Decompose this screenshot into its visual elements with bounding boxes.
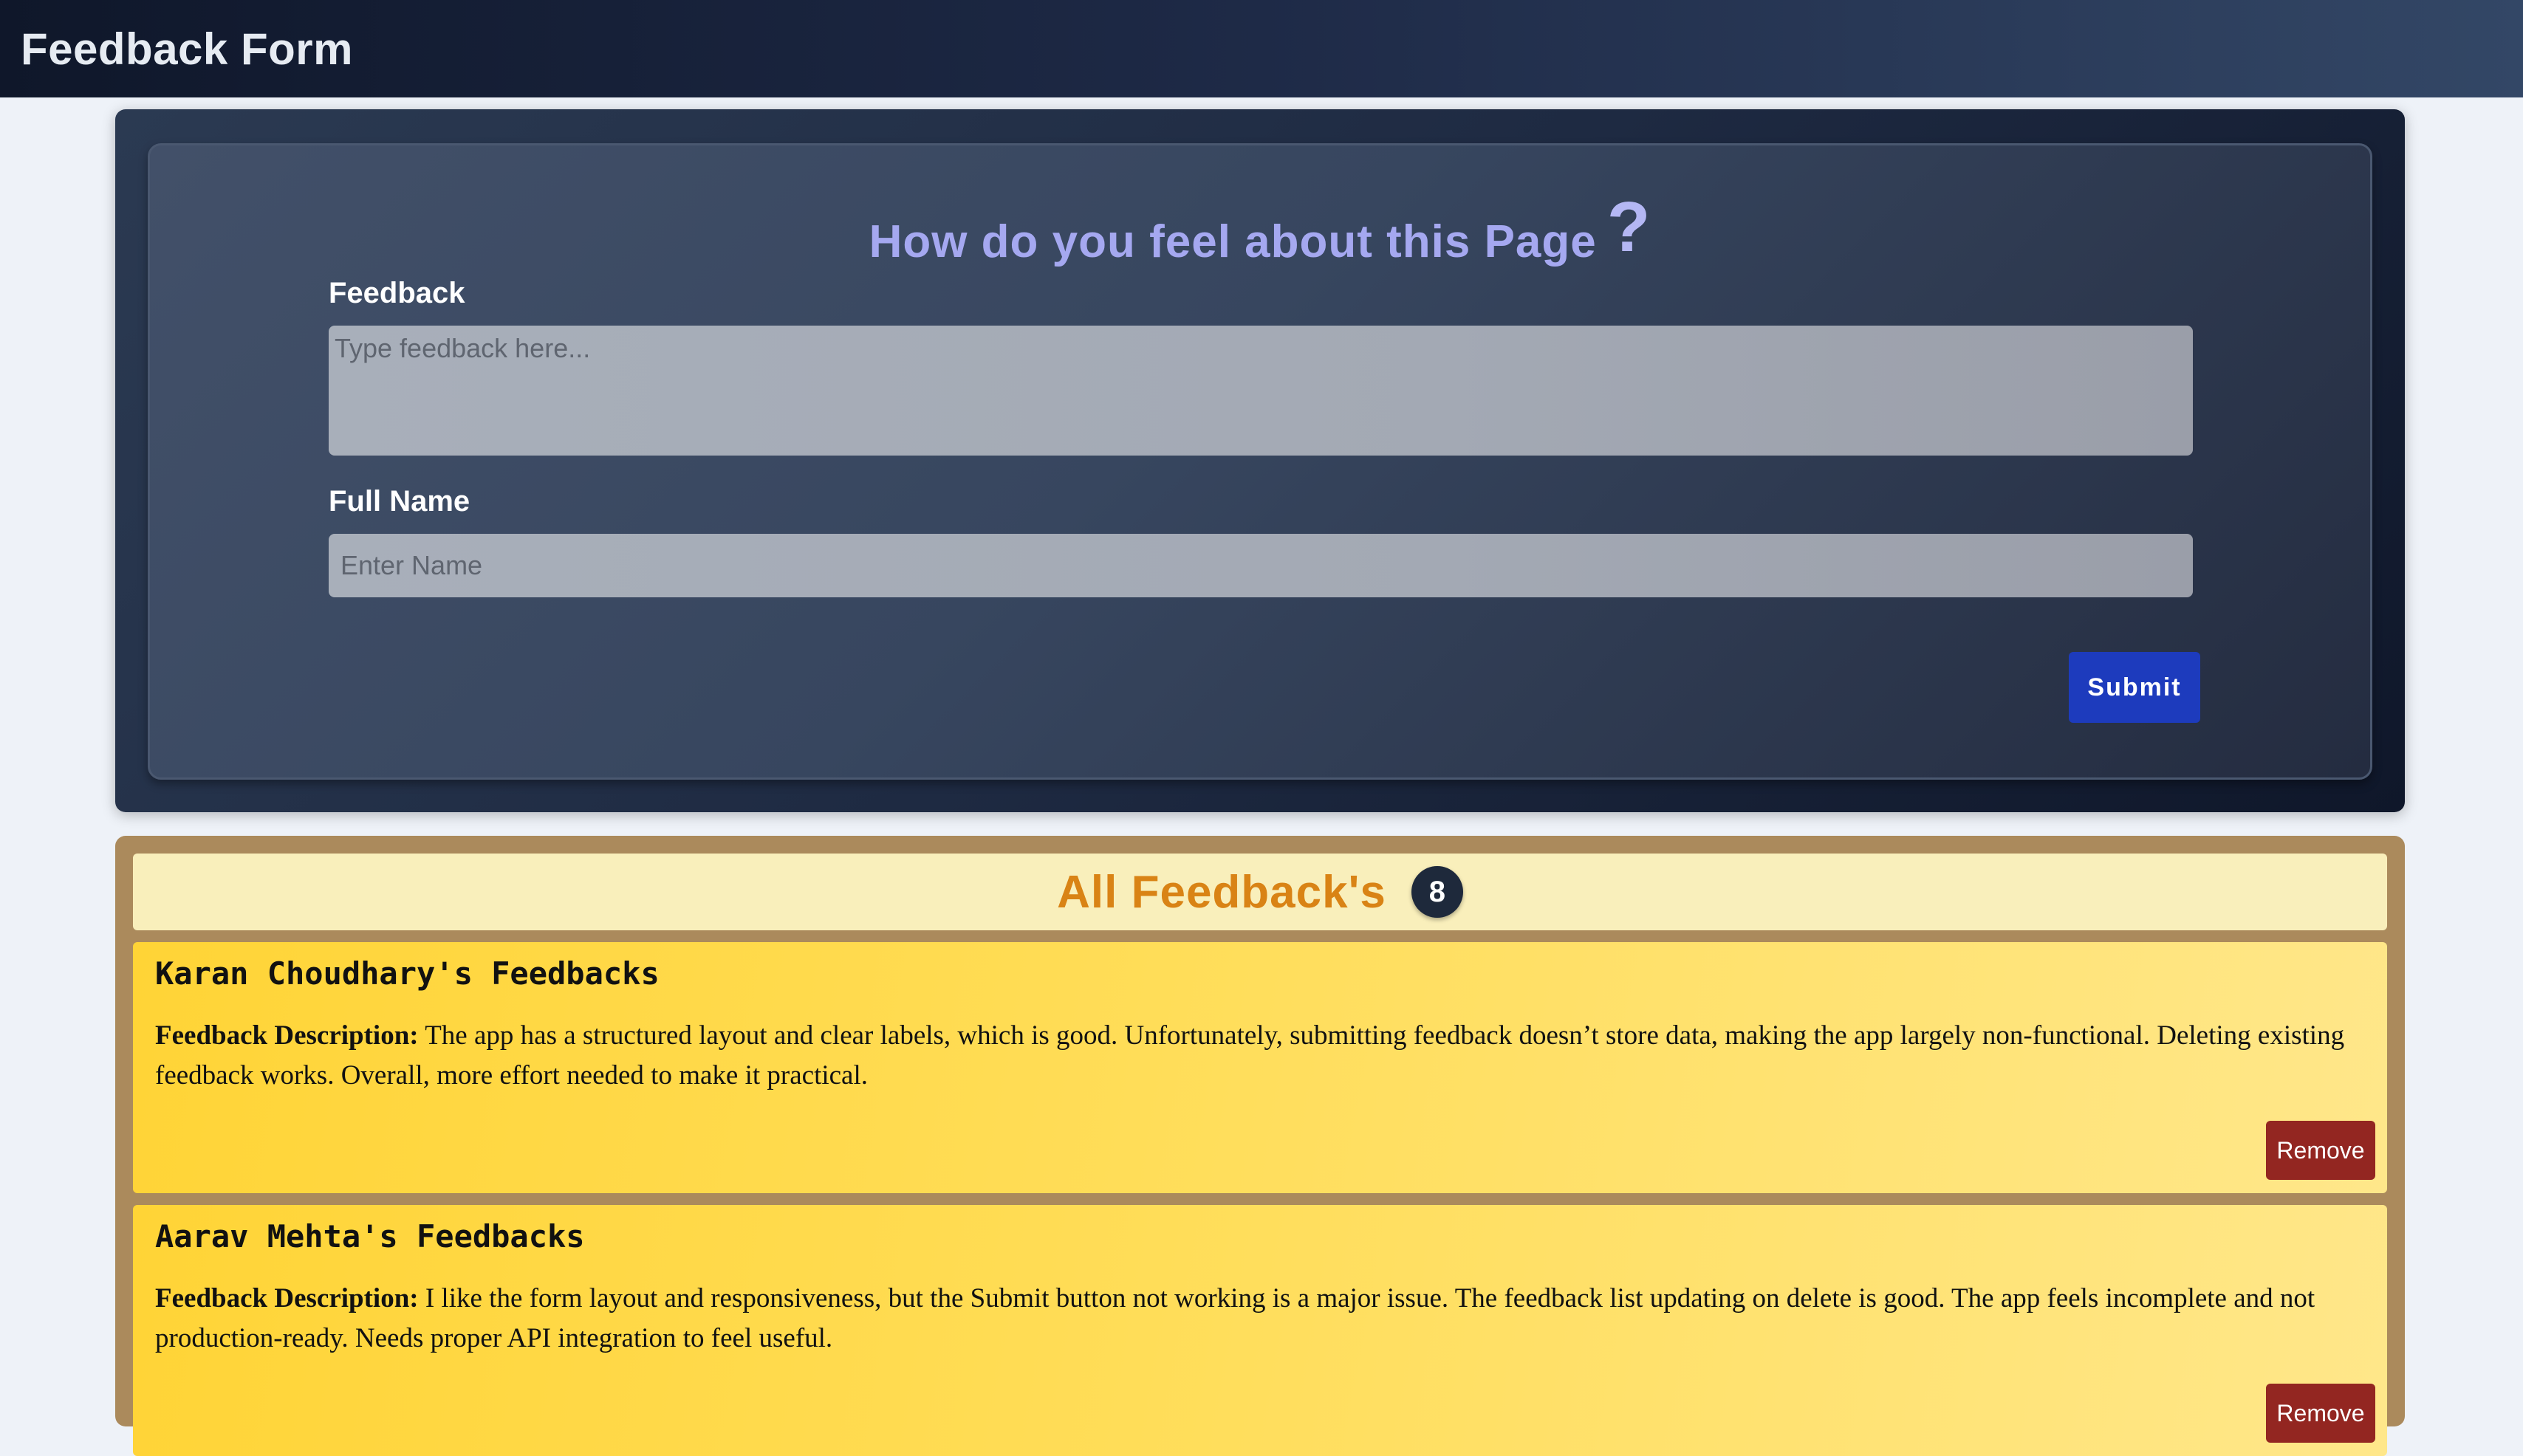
feedback-card-title: Karan Choudhary's Feedbacks bbox=[155, 955, 660, 992]
feedback-label: Feedback bbox=[329, 277, 465, 309]
feedback-card-description: Feedback Description: The app has a stru… bbox=[155, 1016, 2363, 1096]
feedback-card: Karan Choudhary's Feedbacks Feedback Des… bbox=[133, 942, 2387, 1193]
feedback-form-panel: How do you feel about this Page? Feedbac… bbox=[115, 109, 2405, 812]
feedback-card-description: Feedback Description: I like the form la… bbox=[155, 1279, 2363, 1359]
feedback-card: Aarav Mehta's Feedbacks Feedback Descrip… bbox=[133, 1205, 2387, 1456]
feedback-description-text: I like the form layout and responsivenes… bbox=[155, 1283, 2315, 1353]
form-heading-text: How do you feel about this Page bbox=[869, 216, 1597, 267]
submit-button[interactable]: Submit bbox=[2069, 652, 2200, 723]
full-name-input[interactable] bbox=[329, 534, 2193, 597]
app-header: Feedback Form bbox=[0, 0, 2523, 97]
feedback-list-panel: All Feedback's 8 Karan Choudhary's Feedb… bbox=[115, 836, 2405, 1456]
remove-button[interactable]: Remove bbox=[2266, 1384, 2375, 1443]
feedback-description-text: The app has a structured layout and clea… bbox=[155, 1020, 2345, 1091]
remove-button[interactable]: Remove bbox=[2266, 1121, 2375, 1180]
feedback-card-title: Aarav Mehta's Feedbacks bbox=[155, 1218, 585, 1254]
feedback-list-title: All Feedback's bbox=[1057, 866, 1386, 918]
feedback-textarea[interactable] bbox=[329, 326, 2193, 456]
app-title: Feedback Form bbox=[21, 24, 353, 74]
feedback-list-header: All Feedback's 8 bbox=[133, 854, 2387, 930]
feedback-count-badge: 8 bbox=[1411, 866, 1463, 918]
full-name-label: Full Name bbox=[329, 485, 470, 518]
feedback-form-card: How do you feel about this Page? Feedbac… bbox=[148, 143, 2372, 780]
feedback-description-label: Feedback Description: bbox=[155, 1283, 419, 1314]
form-heading: How do you feel about this Page? bbox=[150, 187, 2370, 268]
question-mark-icon: ? bbox=[1606, 188, 1651, 267]
feedback-description-label: Feedback Description: bbox=[155, 1020, 419, 1051]
